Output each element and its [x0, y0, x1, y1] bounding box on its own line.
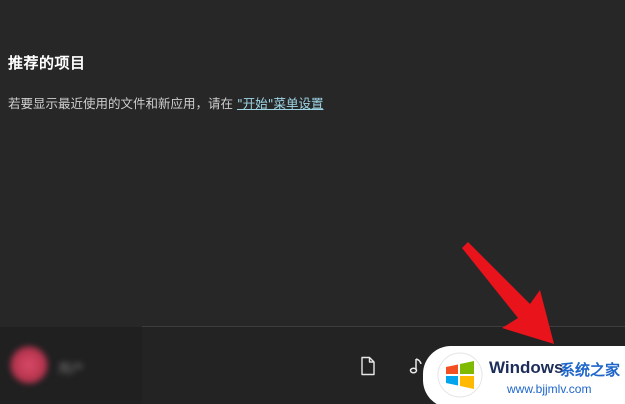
document-icon[interactable] — [358, 356, 378, 376]
watermark-brand: Windows — [489, 358, 564, 377]
start-menu-panel: 推荐的项目 若要显示最近使用的文件和新应用，请在 "开始"菜单设置 用户 Win… — [0, 0, 625, 404]
user-name[interactable]: 用户 — [58, 358, 84, 377]
watermark-url: www.bjjmlv.com — [507, 382, 592, 396]
avatar[interactable] — [10, 346, 48, 384]
windows-logo-icon — [437, 352, 483, 398]
recommended-message-text: 若要显示最近使用的文件和新应用，请在 — [8, 96, 237, 111]
watermark-brand-cn: 系统之家 — [560, 361, 621, 379]
watermark: Windows 系统之家 www.bjjmlv.com — [423, 346, 625, 404]
recommended-message: 若要显示最近使用的文件和新应用，请在 "开始"菜单设置 — [8, 93, 323, 112]
start-settings-link[interactable]: "开始"菜单设置 — [237, 96, 324, 111]
red-arrow-icon — [462, 242, 554, 344]
recommended-title: 推荐的项目 — [8, 54, 86, 72]
